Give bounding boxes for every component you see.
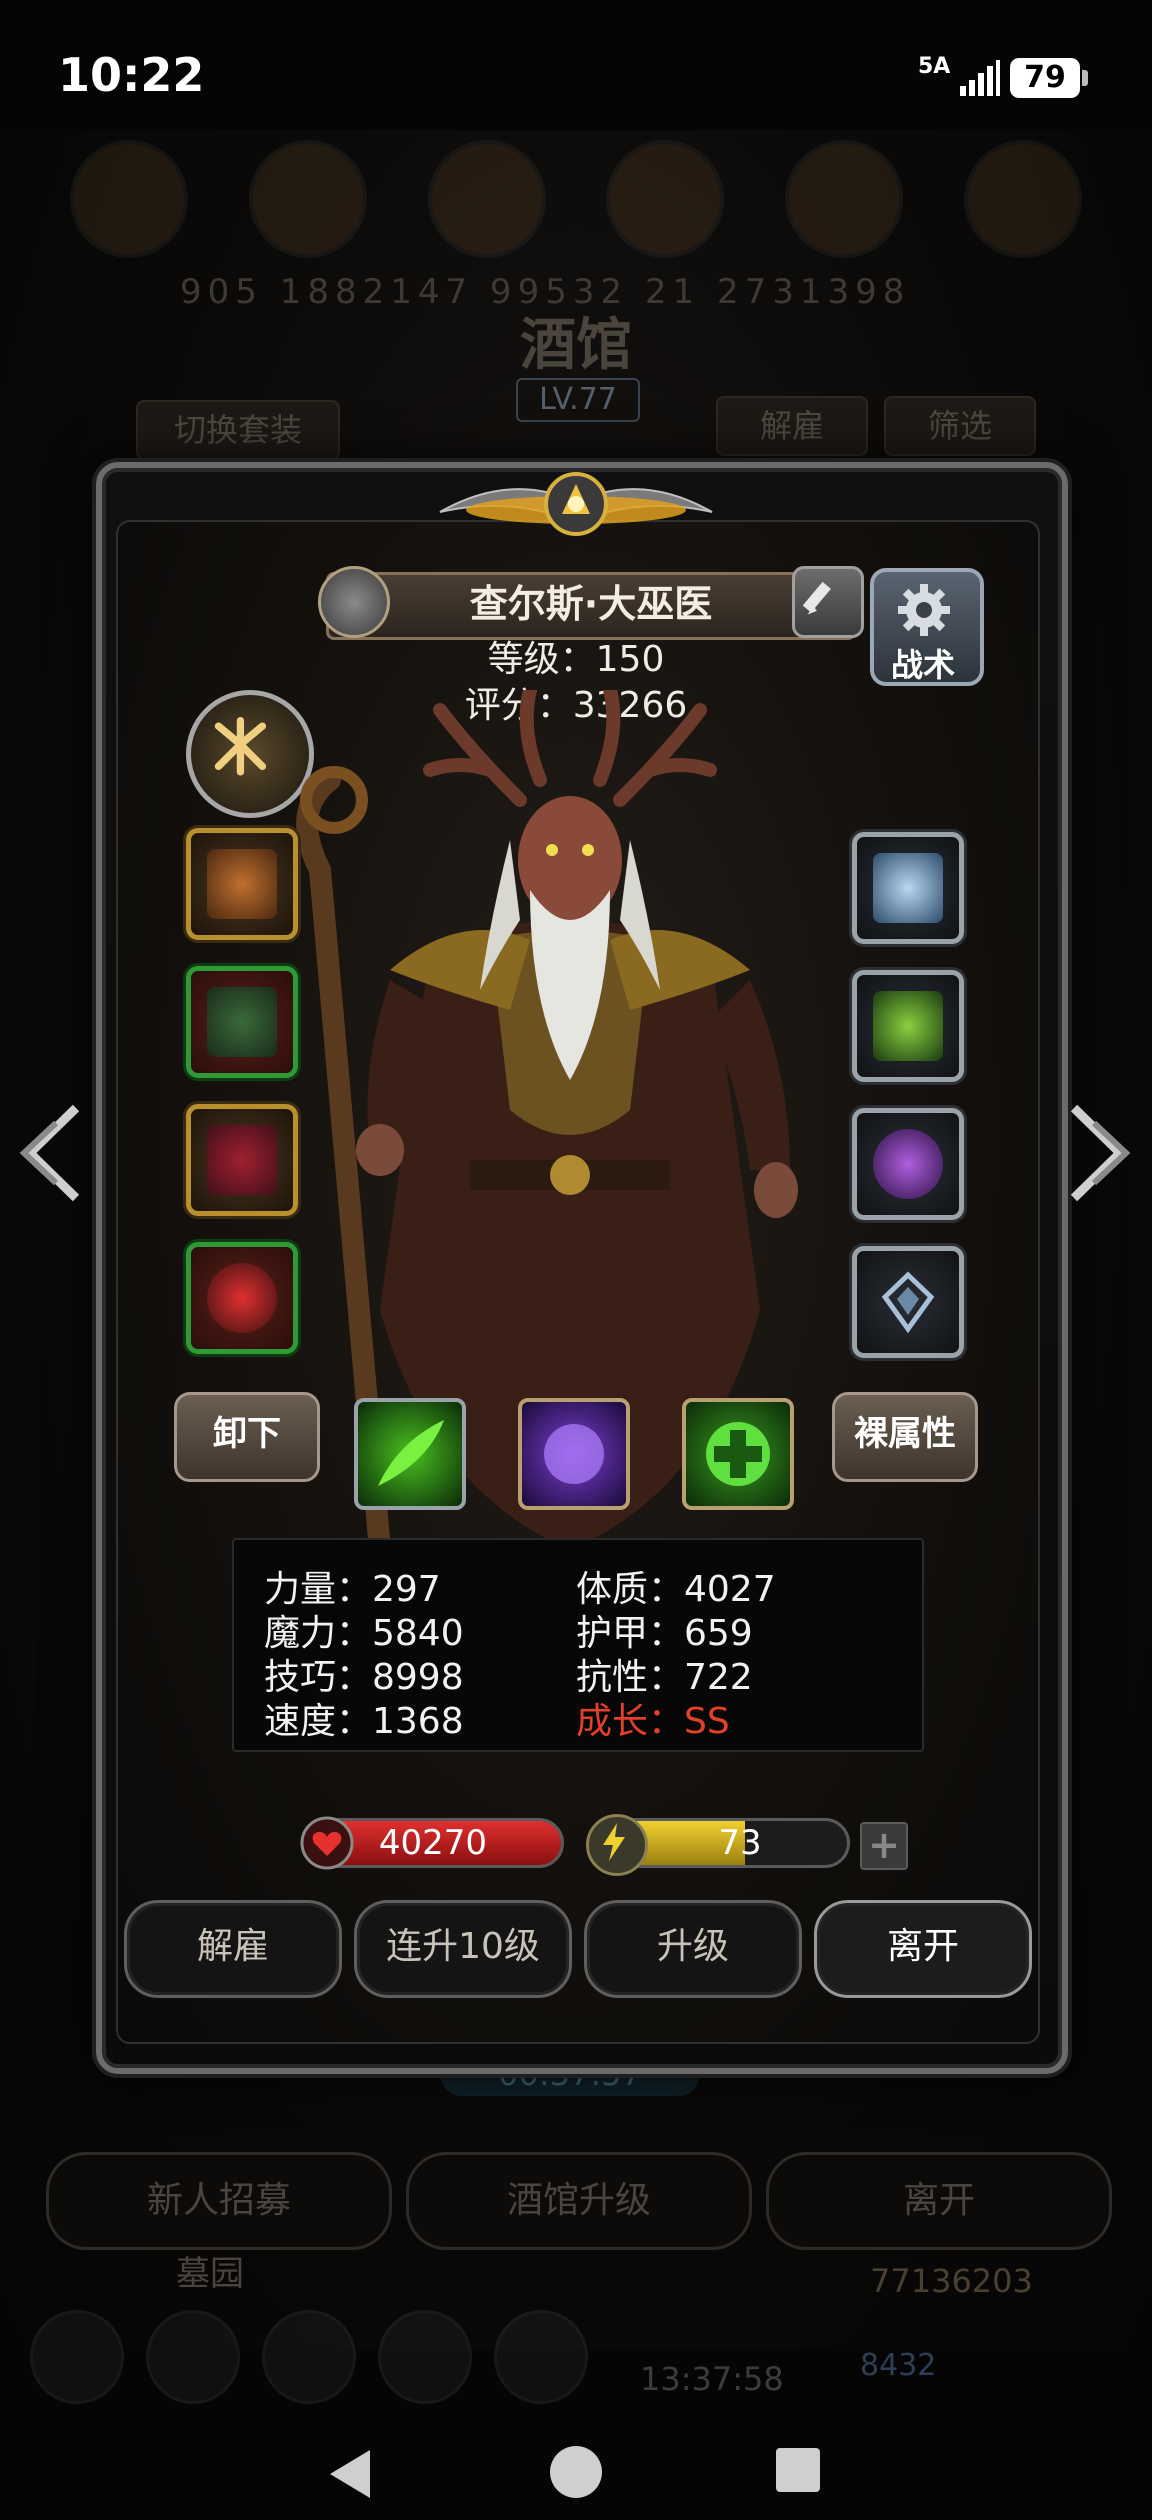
gold-amount: 77136203 [870, 2262, 1033, 2300]
equip-slot-staff[interactable] [186, 828, 298, 940]
tavern-upgrade-button: 酒馆升级 [406, 2152, 752, 2250]
bg-menu-icon [378, 2310, 472, 2404]
background-hero-icons [40, 140, 1112, 290]
rename-edit-button[interactable] [792, 566, 864, 638]
switch-outfit-button: 切换套装 [136, 400, 340, 460]
status-time: 10:22 [58, 48, 205, 102]
crystal-icon [873, 991, 943, 1061]
network-type-label: 5A [918, 54, 951, 79]
background-dismiss-button: 解雇 [716, 396, 868, 456]
back-nav-button[interactable] [330, 2450, 370, 2498]
unequip-button[interactable]: 卸下 [174, 1392, 320, 1482]
gear-icon [898, 584, 950, 636]
tactics-label: 战术 [890, 646, 955, 684]
leave-button[interactable]: 离开 [814, 1900, 1032, 1998]
heal-skill-icon [706, 1422, 770, 1486]
equip-slot-ring[interactable] [852, 1108, 964, 1220]
battery-tip [1082, 70, 1088, 86]
background-level-badge: LV.77 [516, 378, 640, 422]
add-energy-button[interactable]: + [860, 1822, 908, 1870]
ring-icon [873, 1129, 943, 1199]
hp-value: 40270 [378, 1823, 488, 1863]
edit-icon [802, 581, 831, 615]
background-title: 酒馆 [520, 313, 632, 378]
shadow-skill-icon [544, 1424, 604, 1484]
skill-slot-1[interactable] [354, 1398, 466, 1510]
bg-hero-icon [70, 140, 189, 258]
staff-icon [207, 849, 277, 919]
bg-menu-icon [146, 2310, 240, 2404]
stat-growth: 成长：SS [576, 1692, 730, 1744]
bg-hero-icon [606, 140, 725, 258]
equip-slot-boots[interactable] [186, 1104, 298, 1216]
new-recruit-button: 新人招募 [46, 2152, 392, 2250]
bg-hero-icon [248, 140, 367, 258]
filter-button: 筛选 [884, 396, 1036, 456]
gem-amount: 8432 [860, 2348, 937, 2383]
next-hero-arrow[interactable] [1064, 1098, 1134, 1208]
graveyard-label: 墓园 [176, 2254, 244, 2294]
skill-slot-3[interactable] [682, 1398, 794, 1510]
bg-hero-icon [963, 140, 1082, 258]
dismiss-button[interactable]: 解雇 [124, 1900, 342, 1998]
crown-icon [873, 853, 943, 923]
equip-slot-crystal[interactable] [852, 970, 964, 1082]
leaf-skill-icon [378, 1420, 444, 1486]
battery-icon: 79 [1010, 58, 1080, 98]
emblem-icon [881, 1271, 935, 1334]
equip-slot-amulet[interactable] [186, 1242, 298, 1354]
bg-menu-icon [30, 2310, 124, 2404]
background-bottom-icons [30, 2310, 590, 2404]
robe-icon [207, 987, 277, 1057]
signal-icon [960, 60, 1000, 96]
stat-speed: 速度：1368 [264, 1701, 464, 1742]
previous-hero-arrow[interactable] [16, 1098, 86, 1208]
equip-slot-robe[interactable] [186, 966, 298, 1078]
background-leave-button: 离开 [766, 2152, 1112, 2250]
home-nav-button[interactable] [550, 2446, 602, 2498]
equip-slot-crown[interactable] [852, 832, 964, 944]
recent-apps-nav-button[interactable] [776, 2448, 820, 2492]
bg-hero-icon [784, 140, 903, 258]
bg-menu-icon [262, 2310, 356, 2404]
hero-portrait-icon[interactable] [318, 566, 390, 638]
background-timer-2: 13:37:58 [640, 2360, 784, 2398]
amulet-icon [207, 1263, 277, 1333]
bg-menu-icon [494, 2310, 588, 2404]
class-rune-icon [214, 716, 267, 776]
growth-value: SS [684, 1701, 730, 1742]
growth-label: 成长： [576, 1701, 685, 1742]
equip-slot-emblem[interactable] [852, 1246, 964, 1358]
panel-crest-ornament [439, 472, 713, 536]
skill-slot-2[interactable] [518, 1398, 630, 1510]
level-up-10-button[interactable]: 连升10级 [354, 1900, 572, 1998]
level-up-button[interactable]: 升级 [584, 1900, 802, 1998]
bg-hero-icon [427, 140, 546, 258]
naked-attributes-button[interactable]: 裸属性 [832, 1392, 978, 1482]
boots-icon [207, 1125, 277, 1195]
energy-value: 73 [718, 1823, 762, 1863]
